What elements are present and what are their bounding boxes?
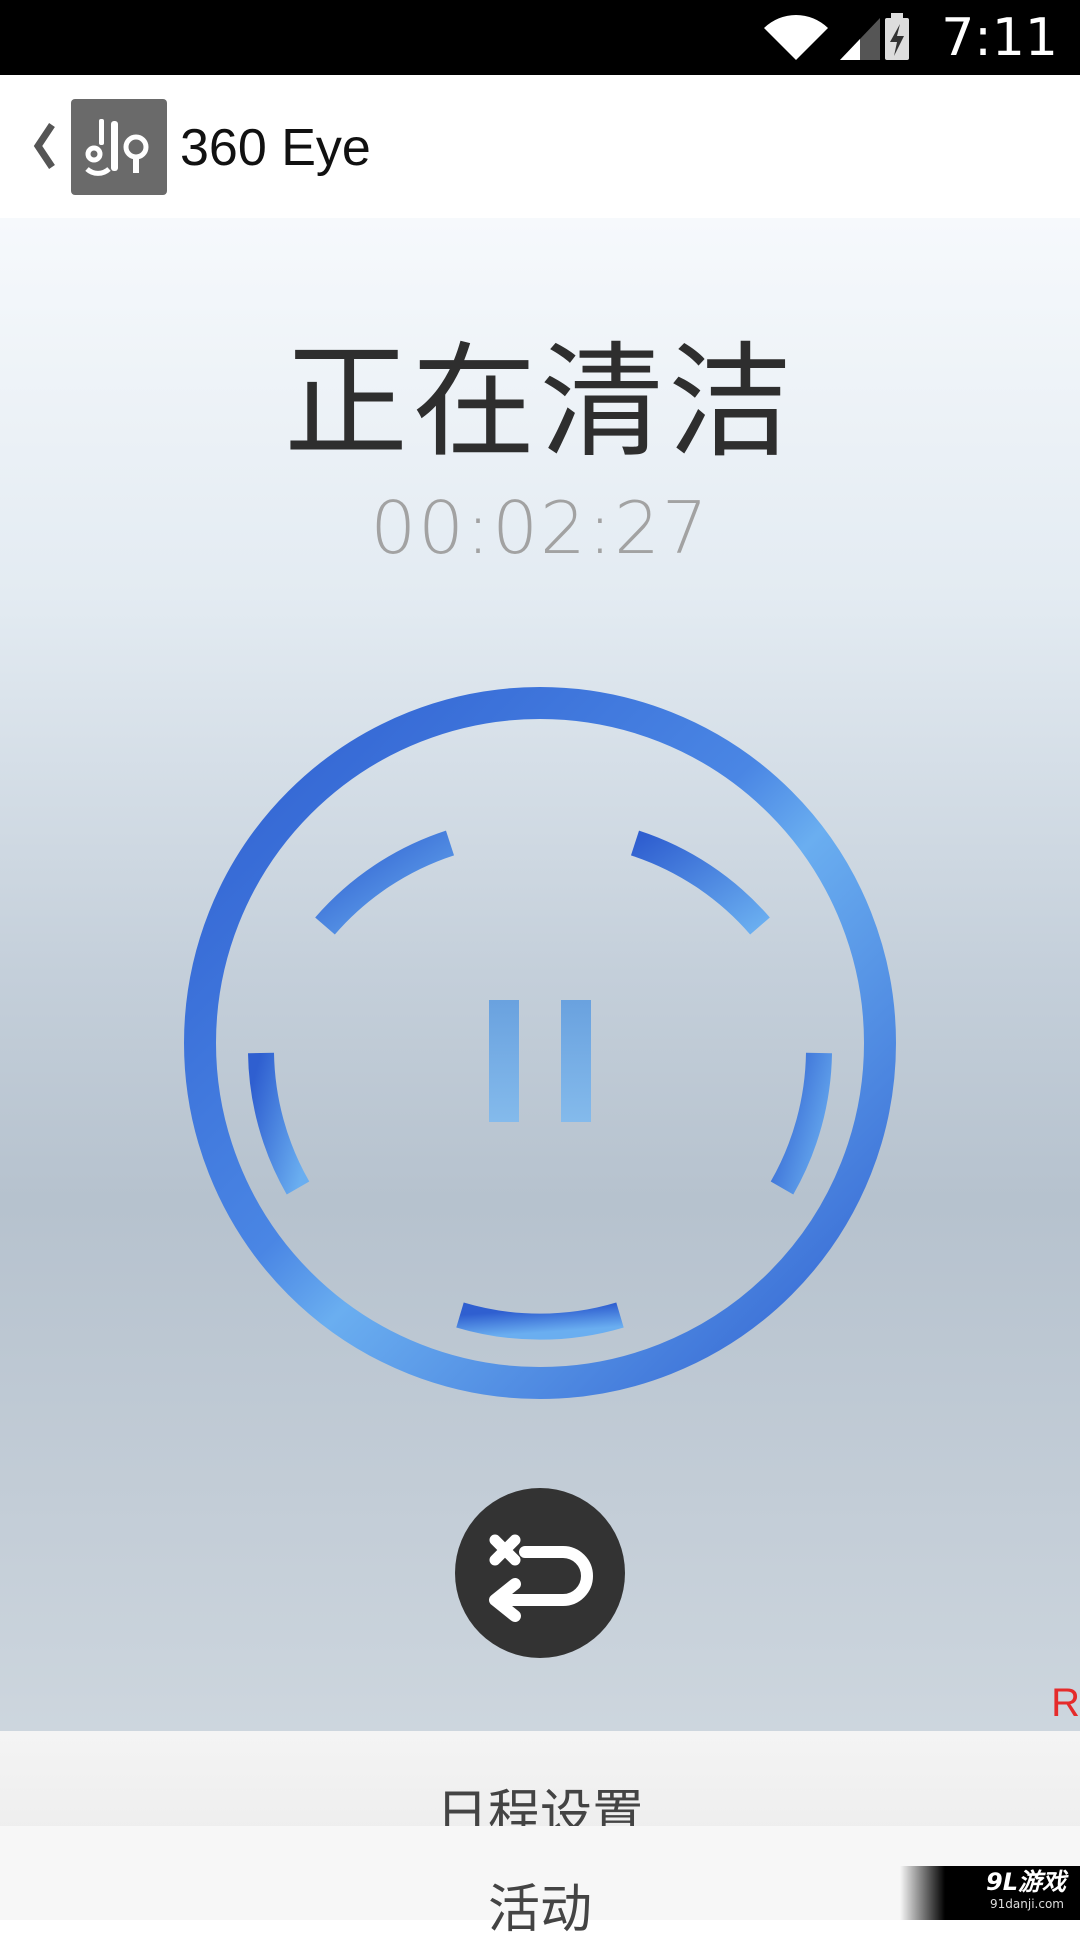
return-to-dock-button[interactable] xyxy=(455,1488,625,1658)
arc-segment-top-left xyxy=(315,830,455,935)
watermark-brand: 9L游戏 xyxy=(986,1868,1066,1896)
status-bar: 7:11 xyxy=(0,0,1080,75)
cleaning-status-title: 正在清洁 xyxy=(283,331,796,475)
watermark: 9L游戏 91danji.com xyxy=(900,1866,1080,1920)
arc-segment-right xyxy=(770,1052,832,1195)
wifi-icon xyxy=(764,15,828,60)
return-dock-icon xyxy=(489,1534,593,1622)
main-panel: 正在清洁 00:02:27 R xyxy=(0,218,1080,1731)
watermark-site: 91danji.com xyxy=(990,1897,1064,1911)
app-logo[interactable] xyxy=(71,99,167,195)
battery-charging-icon xyxy=(885,13,909,60)
status-time: 7:11 xyxy=(941,8,1058,68)
360-eye-logo xyxy=(85,119,149,176)
chevron-left-icon[interactable] xyxy=(30,119,60,173)
cleaning-control-ring[interactable] xyxy=(175,678,905,1408)
arc-segment-left xyxy=(248,1052,310,1195)
edge-text: R xyxy=(1051,1681,1080,1725)
outer-ring xyxy=(184,687,896,1399)
arc-segment-bottom xyxy=(456,1302,624,1340)
signal-icon xyxy=(840,18,880,60)
pause-icon[interactable] xyxy=(489,1000,591,1122)
arc-segment-top-right xyxy=(630,830,770,935)
status-icons xyxy=(764,13,909,60)
action-bar: 360 Eye xyxy=(0,75,1080,218)
elapsed-timer: 00:02:27 xyxy=(370,486,710,570)
app-title: 360 Eye xyxy=(180,119,371,177)
